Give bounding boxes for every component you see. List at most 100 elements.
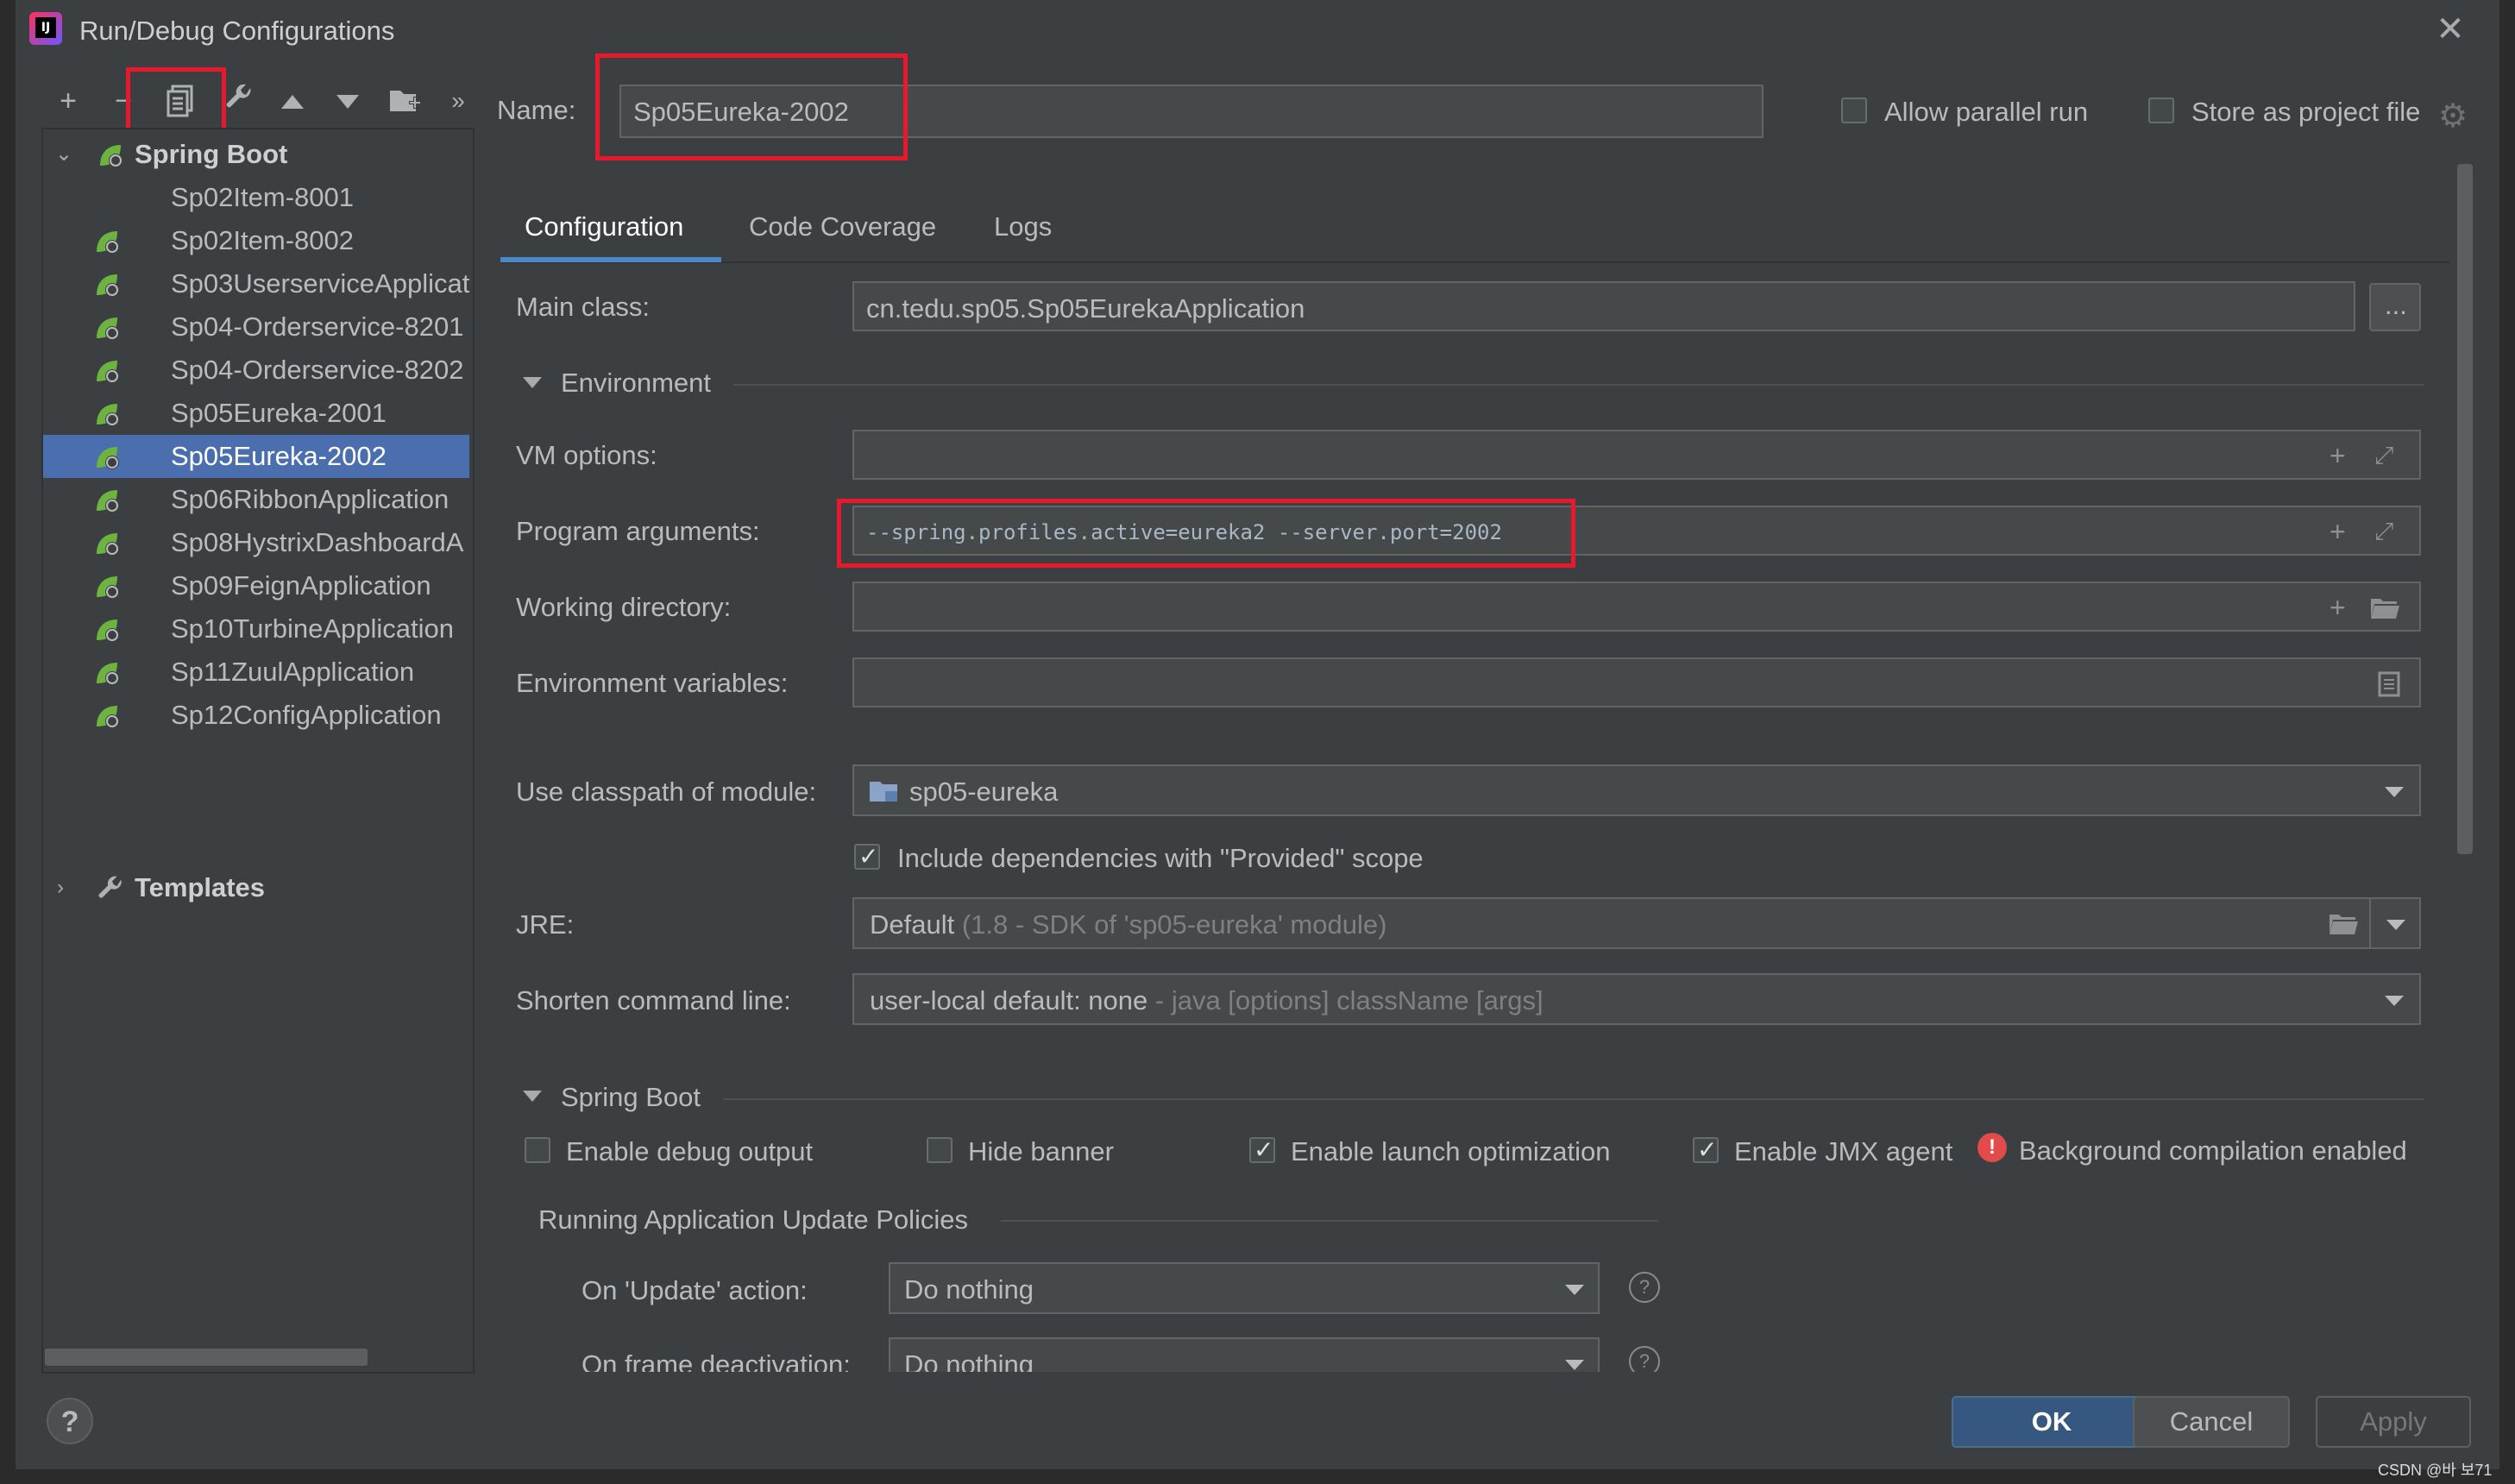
tree-horizontal-scrollbar[interactable] bbox=[45, 1349, 368, 1366]
tab-configuration[interactable]: Configuration bbox=[525, 211, 683, 242]
watermark-text: CSDN @바 보71 bbox=[2378, 1462, 2493, 1479]
close-icon[interactable]: ✕ bbox=[2431, 10, 2469, 48]
classpath-module-select[interactable]: sp05-eureka bbox=[852, 764, 2421, 816]
tree-item[interactable]: Sp12ConfigApplication bbox=[43, 694, 469, 737]
background-window-edge-left bbox=[0, 0, 16, 1484]
help-icon[interactable]: ? bbox=[1629, 1346, 1660, 1372]
tree-item-label: Sp06RibbonApplication bbox=[171, 484, 450, 514]
environment-variables-label: Environment variables: bbox=[516, 668, 789, 698]
tree-item[interactable]: Sp09FeignApplication bbox=[43, 564, 469, 607]
main-class-input[interactable]: cn.tedu.sp05.Sp05EurekaApplication bbox=[852, 281, 2355, 331]
wrench-icon[interactable] bbox=[221, 83, 257, 119]
tree-item[interactable]: Sp05Eureka-2002 bbox=[43, 435, 469, 478]
tree-item[interactable]: Sp02Item-8002 bbox=[43, 219, 469, 262]
shorten-command-line-select[interactable]: user-local default: none - java [options… bbox=[852, 973, 2421, 1025]
enable-debug-output-checkbox[interactable] bbox=[525, 1137, 550, 1163]
folder-icon[interactable] bbox=[2369, 595, 2400, 626]
chevron-right-icon[interactable]: › bbox=[57, 866, 64, 909]
chevron-down-icon[interactable] bbox=[1565, 1285, 1584, 1295]
spring-boot-icon bbox=[97, 318, 119, 340]
environment-collapse-icon[interactable] bbox=[523, 377, 542, 388]
on-update-action-label: On 'Update' action: bbox=[582, 1275, 808, 1305]
spring-boot-icon bbox=[97, 533, 119, 556]
hide-banner-checkbox[interactable] bbox=[927, 1137, 953, 1163]
config-vertical-scrollbar[interactable] bbox=[2457, 164, 2473, 854]
enable-debug-output-label: Enable debug output bbox=[566, 1136, 814, 1166]
tab-code-coverage[interactable]: Code Coverage bbox=[749, 211, 936, 242]
help-button[interactable]: ? bbox=[47, 1398, 93, 1444]
tree-item[interactable]: Sp10TurbineApplication bbox=[43, 607, 469, 651]
tree-item-label: Sp03UserserviceApplicat bbox=[171, 268, 469, 299]
gear-icon[interactable]: ⚙ bbox=[2438, 97, 2468, 135]
expand-icon[interactable]: ⤢ bbox=[2374, 440, 2393, 471]
chevron-down-icon[interactable] bbox=[2385, 996, 2404, 1006]
on-frame-deactivation-select[interactable]: Do nothing bbox=[889, 1337, 1600, 1372]
environment-divider bbox=[733, 384, 2424, 386]
main-class-browse-button[interactable]: ... bbox=[2369, 283, 2421, 331]
cancel-button[interactable]: Cancel bbox=[2133, 1396, 2290, 1448]
on-frame-deactivation-label: On frame deactivation: bbox=[582, 1349, 851, 1372]
chevron-down-icon[interactable] bbox=[1565, 1360, 1584, 1370]
environment-variables-input[interactable] bbox=[852, 657, 2421, 707]
tree-item[interactable]: Sp06RibbonApplication bbox=[43, 478, 469, 521]
on-frame-deactivation-value: Do nothing bbox=[904, 1349, 1034, 1372]
enable-launch-optimization-checkbox[interactable] bbox=[1249, 1135, 1275, 1164]
tree-item[interactable]: Sp08HystrixDashboardA bbox=[43, 521, 469, 564]
expand-icon[interactable]: ⤢ bbox=[2374, 516, 2393, 547]
browse-label: ... bbox=[2385, 290, 2407, 320]
more-icon[interactable]: » bbox=[440, 83, 476, 119]
tree-item[interactable]: Sp11ZuulApplication bbox=[43, 651, 469, 694]
chevron-down-icon[interactable] bbox=[2386, 920, 2405, 930]
spring-boot-collapse-icon[interactable] bbox=[523, 1091, 542, 1102]
clipped-row-container: On frame deactivation: Do nothing ? bbox=[483, 1329, 2442, 1372]
jre-value-wrap: Default (1.8 - SDK of 'sp05-eureka' modu… bbox=[870, 909, 1386, 940]
move-up-icon[interactable] bbox=[274, 83, 311, 119]
tree-item-label: Sp02Item-8001 bbox=[171, 182, 354, 212]
store-as-project-file-checkbox[interactable] bbox=[2148, 97, 2174, 123]
tab-logs[interactable]: Logs bbox=[994, 211, 1052, 242]
new-folder-icon[interactable] bbox=[387, 83, 423, 119]
tree-node-templates[interactable]: › Templates bbox=[43, 866, 469, 909]
on-update-action-select[interactable]: Do nothing bbox=[889, 1262, 1600, 1314]
classpath-module-label: Use classpath of module: bbox=[516, 777, 817, 807]
tree-item[interactable]: Sp04-Orderservice-8201 bbox=[43, 305, 469, 349]
chevron-down-icon[interactable]: ⌄ bbox=[55, 133, 72, 176]
configuration-tree[interactable]: ⌄ Spring Boot › Templates Sp02Item-8001 S… bbox=[41, 128, 475, 1374]
jre-select[interactable]: Default (1.8 - SDK of 'sp05-eureka' modu… bbox=[852, 897, 2371, 949]
jre-value: Default bbox=[870, 909, 955, 940]
chevron-down-icon[interactable] bbox=[2385, 787, 2404, 797]
apply-button[interactable]: Apply bbox=[2316, 1396, 2471, 1448]
name-highlight-box bbox=[595, 53, 908, 160]
ok-button[interactable]: OK bbox=[1952, 1396, 2152, 1448]
move-down-icon[interactable] bbox=[330, 83, 366, 119]
allow-parallel-run-label: Allow parallel run bbox=[1884, 97, 2089, 127]
folder-icon[interactable] bbox=[2328, 911, 2359, 942]
enable-launch-optimization-label: Enable launch optimization bbox=[1291, 1136, 1611, 1166]
tree-item[interactable]: Sp04-Orderservice-8202 bbox=[43, 349, 469, 392]
on-update-action-value: Do nothing bbox=[904, 1274, 1034, 1305]
document-icon[interactable] bbox=[2378, 671, 2400, 703]
add-configuration-icon[interactable]: + bbox=[50, 83, 86, 119]
store-as-project-file-label: Store as project file bbox=[2191, 97, 2421, 127]
include-dependencies-checkbox[interactable] bbox=[854, 842, 880, 871]
tree-item[interactable]: Sp02Item-8001 bbox=[43, 176, 469, 219]
background-window-edge-right bbox=[2499, 0, 2515, 1484]
vm-options-input[interactable]: + ⤢ bbox=[852, 430, 2421, 480]
program-arguments-highlight-box bbox=[837, 499, 1575, 568]
tree-item[interactable]: Sp03UserserviceApplicat bbox=[43, 262, 469, 305]
spring-boot-icon bbox=[97, 447, 119, 469]
jre-dropdown-button[interactable] bbox=[2369, 897, 2421, 949]
tree-node-spring-boot[interactable]: ⌄ Spring Boot bbox=[43, 133, 469, 176]
allow-parallel-run-checkbox[interactable] bbox=[1841, 97, 1867, 123]
help-icon[interactable]: ? bbox=[1629, 1272, 1660, 1303]
spring-boot-icon bbox=[97, 274, 119, 297]
enable-jmx-agent-checkbox[interactable] bbox=[1693, 1135, 1719, 1164]
hide-banner-label: Hide banner bbox=[968, 1136, 1114, 1166]
plus-icon[interactable]: + bbox=[2330, 516, 2346, 547]
plus-icon[interactable]: + bbox=[2330, 592, 2346, 623]
working-directory-input[interactable]: + bbox=[852, 582, 2421, 632]
tree-item[interactable]: Sp05Eureka-2001 bbox=[43, 392, 469, 435]
spring-boot-icon bbox=[97, 663, 119, 685]
plus-icon[interactable]: + bbox=[2330, 440, 2346, 471]
update-policies-divider bbox=[1001, 1220, 1658, 1222]
